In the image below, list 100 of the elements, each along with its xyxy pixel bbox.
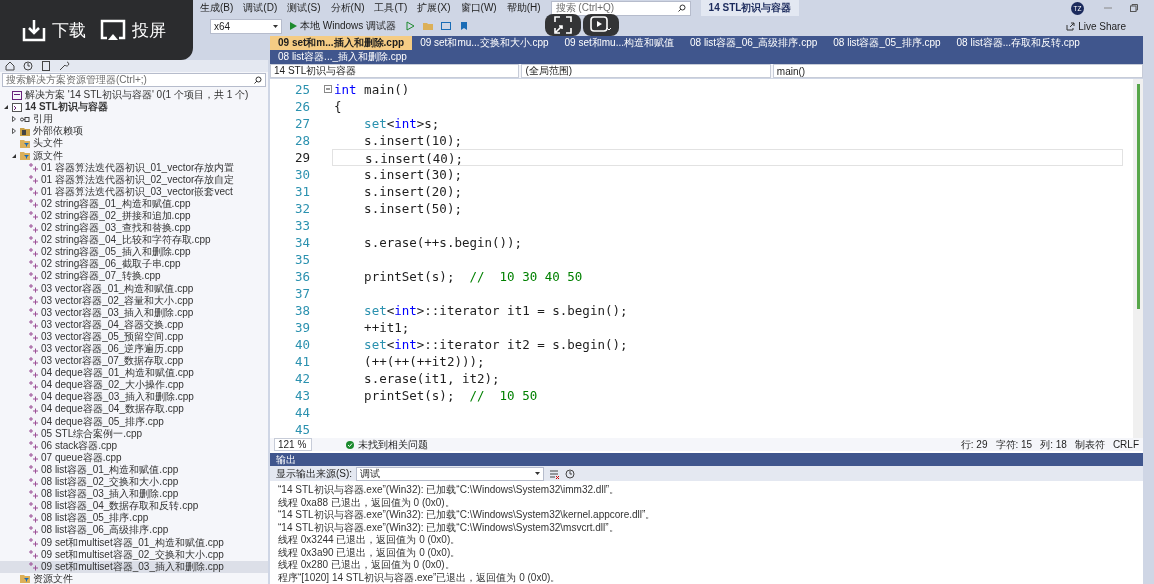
tree-item[interactable]: 01 容器算法迭代器初识_03_vector嵌套vect [0, 185, 268, 198]
line-number: 31 [294, 183, 310, 200]
tree-item[interactable]: 04 deque容器_04_数据存取.cpp [0, 403, 268, 416]
cast-button[interactable]: 投屏 [100, 18, 166, 42]
tree-item[interactable]: 资源文件 [0, 572, 268, 584]
zoom-dropdown[interactable]: 121 % [274, 438, 312, 451]
tree-item[interactable]: 02 string容器_03_查找和替换.cpp [0, 222, 268, 235]
line-ending-status[interactable]: CRLF [1112, 439, 1139, 450]
tree-item[interactable]: 08 list容器_02_交换和大小.cpp [0, 476, 268, 489]
menu-item[interactable]: 工具(T) [374, 1, 408, 15]
exit-fullscreen-icon[interactable] [553, 15, 573, 35]
tree-item[interactable]: 04 deque容器_01_构造和赋值.cpp [0, 367, 268, 380]
live-share-button[interactable]: Live Share [1060, 19, 1132, 33]
search-field[interactable]: 搜索解决方案资源管理器(Ctrl+;) [2, 73, 266, 87]
tree-item[interactable]: 02 string容器_06_截取子串.cpp [0, 258, 268, 271]
line-number: 39 [294, 319, 310, 336]
menu-item[interactable]: 测试(S) [287, 1, 321, 15]
tree-item[interactable]: 09 set和multiset容器_02_交换和大小.cpp [0, 548, 268, 561]
caret-icon [535, 472, 541, 475]
file-tab[interactable]: 09 set和mu...交换和大小.cpp [412, 36, 557, 50]
tree-item[interactable]: 03 vector容器_01_构造和赋值.cpp [0, 282, 268, 295]
tree-item[interactable]: 03 vector容器_04_容器交换.cpp [0, 318, 268, 331]
play-outline-icon[interactable] [404, 20, 417, 32]
tree-item[interactable]: 02 string容器_02_拼接和追加.cpp [0, 209, 268, 223]
menu-item[interactable]: 调试(D) [243, 1, 278, 15]
file-tab[interactable]: 08 list容器..._插入和删除.cpp [270, 50, 415, 64]
document-icon[interactable] [40, 60, 52, 72]
tree-item[interactable]: 01 容器算法迭代器初识_02_vector存放自定 [0, 173, 268, 186]
search-field[interactable]: 搜索 (Ctrl+Q) [550, 0, 691, 16]
tree-item[interactable]: 03 vector容器_07_数据存取.cpp [0, 355, 268, 368]
tree-item[interactable]: 04 deque容器_03_插入和删除.cpp [0, 391, 268, 404]
tree-item[interactable]: 引用 [0, 113, 268, 126]
tree-item[interactable]: 04 deque容器_05_排序.cpp [0, 415, 268, 428]
issues-status[interactable]: 未找到相关问题 [358, 437, 428, 452]
menu-item[interactable]: 扩展(X) [417, 1, 451, 15]
tree-item[interactable]: 03 vector容器_06_逆序遍历.cpp [0, 342, 268, 356]
tree-item[interactable]: 05 STL综合案例一.cpp [0, 427, 268, 440]
line-number: 33 [294, 217, 310, 234]
menu-item[interactable]: 分析(N) [330, 1, 365, 15]
tree-item[interactable]: 08 list容器_01_构造和赋值.cpp [0, 463, 268, 476]
tree-item[interactable]: 源文件 [0, 149, 268, 162]
tree-item[interactable]: 08 list容器_05_排序.cpp [0, 512, 268, 525]
tree-item[interactable]: 08 list容器_04_数据存取和反转.cpp [0, 500, 268, 513]
tree-item[interactable]: 04 deque容器_02_大小操作.cpp [0, 379, 268, 392]
menu-item[interactable]: 生成(B) [200, 1, 234, 15]
line-number: 40 [294, 336, 310, 353]
source-dropdown[interactable]: 调试 [356, 466, 545, 481]
home-icon[interactable] [4, 60, 16, 72]
collapse-arrow-icon[interactable] [11, 152, 17, 159]
platform-dropdown[interactable]: x64 [210, 18, 282, 34]
navigation-dropdown[interactable]: (全局范围) [521, 64, 771, 78]
file-tab[interactable]: 09 set和mu...构造和赋值 [556, 36, 682, 50]
navigation-dropdown[interactable]: main() [772, 64, 1143, 78]
line-number: 35 [294, 251, 310, 268]
video-icon[interactable] [590, 15, 612, 35]
navigation-dropdown[interactable]: 14 STL初识与容器 [270, 64, 520, 78]
code-line: printSet(s); // 10 50 [363, 387, 539, 404]
indent-status[interactable]: 制表符 [1074, 437, 1105, 452]
tree-item[interactable]: 02 string容器_05_插入和删除.cpp [0, 246, 268, 259]
tree-item[interactable]: 外部依赖项 [0, 125, 268, 138]
menu-item[interactable]: 窗口(W) [460, 1, 497, 15]
line-number: 45 [294, 421, 310, 438]
tree-item[interactable]: 02 string容器_07_转换.cpp [0, 270, 268, 283]
file-tab[interactable]: 09 set和m...插入和删除.cpp [270, 36, 413, 50]
collapse-icon[interactable] [324, 85, 332, 93]
tree-item[interactable]: 01 容器算法迭代器初识_01_vector存放内置 [0, 161, 268, 174]
file-tab[interactable]: 08 list容器_06_高级排序.cpp [682, 36, 826, 50]
clear-icon[interactable] [548, 467, 561, 480]
line-number: 37 [294, 285, 310, 302]
window-icon[interactable] [440, 20, 453, 32]
code-line: s.insert(20); [363, 183, 463, 200]
tree-item[interactable]: 07 queue容器.cpp [0, 451, 268, 464]
window-title: 14 STL初识与容器 [700, 0, 800, 16]
tree-item[interactable]: 08 list容器_03_插入和删除.cpp [0, 488, 268, 501]
collapse-arrow-icon[interactable] [3, 104, 9, 111]
expand-arrow-icon[interactable] [11, 128, 17, 135]
expand-arrow-icon[interactable] [11, 116, 17, 123]
tree-item[interactable]: 解决方案 '14 STL初识与容器' 0(1 个项目，共 1 个) [0, 89, 268, 102]
restore-icon[interactable] [1130, 4, 1138, 12]
file-tab[interactable]: 08 list容器_05_排序.cpp [825, 36, 949, 50]
tree-item[interactable]: 头文件 [0, 137, 268, 150]
code-line: { [333, 98, 343, 115]
tree-item[interactable]: 09 set和multiset容器_01_构造和赋值.cpp [0, 536, 268, 549]
tree-item[interactable]: 03 vector容器_03_插入和删除.cpp [0, 306, 268, 319]
file-tab[interactable]: 08 list容器...存取和反转.cpp [948, 36, 1088, 50]
tree-item[interactable]: 02 string容器_01_构造和赋值.cpp [0, 197, 268, 210]
menu-item[interactable]: 帮助(H) [506, 1, 541, 15]
folder-icon [20, 574, 30, 584]
tree-item[interactable]: 09 set和multiset容器_03_插入和删除.cpp [0, 560, 268, 573]
tree-item[interactable]: 03 vector容器_02_容量和大小.cpp [0, 294, 268, 307]
output-line: 线程 0xa88 已退出，返回值为 0 (0x0)。 [278, 495, 456, 508]
tree-item[interactable]: 02 string容器_04_比较和字符存取.cpp [0, 234, 268, 247]
tree-item[interactable]: 08 list容器_06_高级排序.cpp [0, 524, 268, 537]
run-debugger-button[interactable]: 本地 Windows 调试器 [288, 19, 399, 33]
tree-item[interactable]: 03 vector容器_05_预留空间.cpp [0, 330, 268, 343]
tree-item[interactable]: 06 stack容器.cpp [0, 439, 268, 452]
tree-item[interactable]: 14 STL初识与容器 [0, 101, 268, 114]
clock-icon[interactable] [564, 467, 577, 480]
clock-icon[interactable] [22, 60, 34, 72]
download-button[interactable]: 下载 [22, 18, 86, 42]
